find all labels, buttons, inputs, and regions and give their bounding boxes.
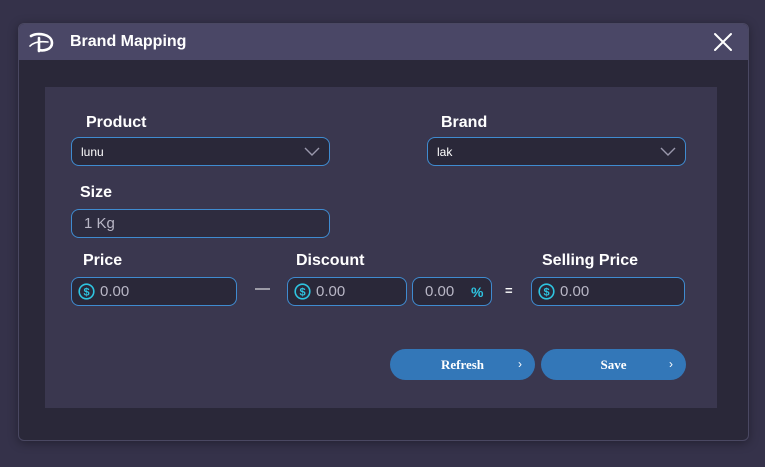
product-label: Product — [86, 114, 147, 131]
minus-operator: — — [255, 280, 270, 297]
percent-symbol: % — [471, 284, 484, 300]
save-button[interactable]: Save › — [541, 349, 686, 380]
chevron-down-icon — [660, 147, 676, 156]
selling-price-value: 0.00 — [560, 283, 590, 300]
brand-selected-value: lak — [437, 145, 453, 159]
brand-mapping-dialog: Brand Mapping Product lunu Brand lak Siz… — [18, 23, 749, 441]
form-panel: Product lunu Brand lak Size 1 Kg Price $ — [45, 87, 717, 408]
selling-price-label: Selling Price — [542, 252, 639, 269]
equals-operator: = — [505, 283, 513, 298]
window-title: Brand Mapping — [70, 33, 187, 50]
size-label: Size — [80, 184, 113, 201]
dollar-icon: $ — [538, 283, 555, 300]
discount-percent-input[interactable]: 0.00 % — [412, 277, 492, 306]
disney-logo-icon — [29, 32, 54, 53]
discount-label: Discount — [296, 252, 365, 269]
chevron-down-icon — [304, 147, 320, 156]
refresh-button-label: Refresh — [440, 357, 485, 372]
brand-label: Brand — [441, 114, 488, 131]
product-select[interactable]: lunu — [71, 137, 330, 166]
svg-text:$: $ — [83, 287, 89, 299]
price-label: Price — [83, 252, 123, 269]
discount-amount-input[interactable]: $ 0.00 — [287, 277, 407, 306]
refresh-button[interactable]: Refresh › — [390, 349, 535, 380]
dollar-icon: $ — [294, 283, 311, 300]
discount-percent-value: 0.00 — [425, 283, 455, 300]
chevron-right-icon: › — [669, 357, 673, 371]
selling-price-input[interactable]: $ 0.00 — [531, 277, 685, 306]
dollar-icon: $ — [78, 283, 95, 300]
save-button-label: Save — [600, 357, 627, 372]
size-input-value: 1 Kg — [84, 215, 115, 232]
titlebar: Brand Mapping — [19, 24, 748, 60]
svg-text:$: $ — [543, 287, 549, 299]
product-selected-value: lunu — [81, 145, 104, 159]
price-input-value: 0.00 — [100, 283, 130, 300]
chevron-right-icon: › — [518, 357, 522, 371]
close-icon[interactable] — [712, 31, 734, 53]
brand-select[interactable]: lak — [427, 137, 686, 166]
price-input[interactable]: $ 0.00 — [71, 277, 237, 306]
discount-amount-value: 0.00 — [316, 283, 346, 300]
size-input[interactable]: 1 Kg — [71, 209, 330, 238]
svg-text:$: $ — [299, 287, 305, 299]
